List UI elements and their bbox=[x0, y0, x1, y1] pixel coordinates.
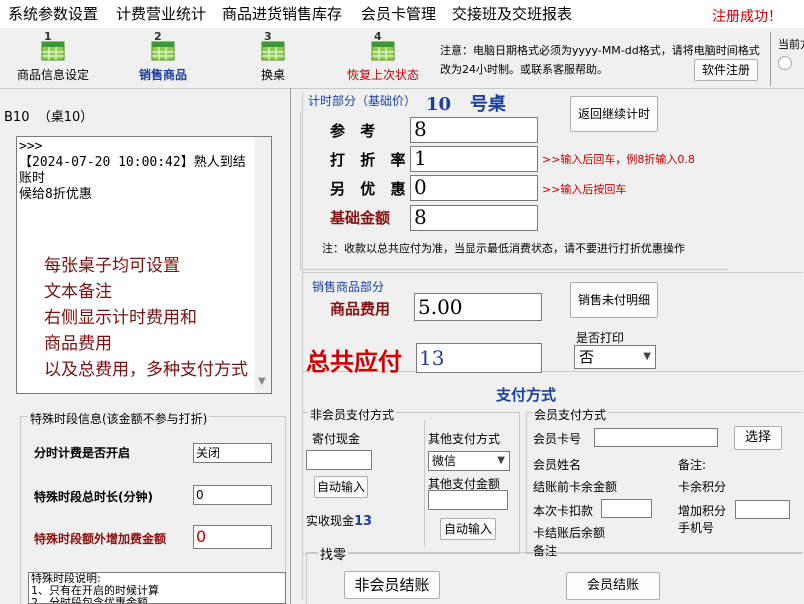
chevron-down-icon: ▼ bbox=[643, 351, 651, 362]
extra-discount-field[interactable]: 0 bbox=[410, 175, 538, 201]
right-frame-top bbox=[302, 88, 802, 89]
tool-number: 3 bbox=[264, 30, 272, 43]
other-amount-field[interactable] bbox=[428, 490, 508, 510]
special-extra-label: 特殊时段额外增加费金额 bbox=[34, 532, 167, 546]
registration-status: 注册成功！ bbox=[712, 9, 782, 25]
card-no-field[interactable] bbox=[594, 428, 718, 447]
tool-label: 恢复上次状态 bbox=[346, 68, 419, 82]
discount-field[interactable]: 1 bbox=[410, 146, 538, 172]
balance-after-label: 卡结账后余额 bbox=[533, 526, 606, 540]
balance-before-label: 结账前卡余金额 bbox=[533, 480, 618, 494]
discount-label: 打 折 率 bbox=[330, 151, 411, 169]
change-label: 找零 bbox=[318, 544, 349, 563]
divider bbox=[770, 32, 771, 86]
tool-label: 换桌 bbox=[260, 68, 285, 82]
other-pay-select[interactable]: 微信 ▼ bbox=[428, 451, 510, 471]
cash-field[interactable] bbox=[306, 450, 372, 470]
member-name-label: 会员姓名 bbox=[533, 458, 582, 472]
goods-section-label: 销售商品部分 bbox=[312, 280, 385, 294]
tool-number: 2 bbox=[154, 30, 162, 43]
goods-fee-label: 商品费用 bbox=[330, 300, 391, 318]
other-pay-value: 微信 bbox=[432, 454, 457, 468]
payment-title: 支付方式 bbox=[496, 386, 557, 404]
timing-section-label: 计时部分（基础价） bbox=[308, 94, 417, 108]
tool-sell-goods[interactable]: 2 销售商品 bbox=[118, 30, 208, 83]
tool-number: 4 bbox=[374, 30, 382, 43]
member-title: 会员支付方式 bbox=[532, 406, 609, 423]
deduct-label: 本次卡扣款 bbox=[533, 504, 594, 518]
nonmember-checkout-button[interactable]: 非会员结账 bbox=[344, 571, 440, 599]
member-checkout-button[interactable]: 会员结账 bbox=[566, 572, 660, 600]
menu-shift-handover[interactable]: 交接班及交班报表 bbox=[452, 3, 572, 24]
special-duration-label: 特殊时段总时长(分钟) bbox=[34, 490, 153, 504]
cash-label: 寄付现金 bbox=[312, 432, 361, 446]
tool-product-settings[interactable]: 1 商品信息设定 bbox=[8, 30, 98, 83]
ref-field[interactable]: 8 bbox=[410, 117, 538, 143]
actual-cash-label: 实收现金13 bbox=[306, 512, 372, 529]
phone-label: 手机号 bbox=[678, 521, 715, 535]
menu-bar: 系统参数设置 计费营业统计 商品进货销售库存 会员卡管理 交接班及交班报表 注册… bbox=[0, 0, 804, 28]
add-points-field[interactable] bbox=[735, 500, 790, 519]
special-duration-field[interactable]: 0 bbox=[193, 485, 272, 505]
goods-fee-field[interactable]: 5.00 bbox=[414, 293, 542, 321]
discount-hint: >>输入后回车，例8折输入0.8 bbox=[542, 153, 695, 166]
tool-restore-state[interactable]: 4 恢复上次状态 bbox=[338, 30, 428, 83]
auto-input-cash-button[interactable]: 自动输入 bbox=[314, 476, 368, 498]
chevron-down-icon: ▼ bbox=[497, 455, 505, 466]
extra-discount-label: 另 优 惠 bbox=[330, 180, 411, 198]
base-amount-field[interactable]: 8 bbox=[410, 205, 538, 231]
member-remark-label: 备注: bbox=[678, 458, 707, 472]
register-button[interactable]: 软件注册 bbox=[694, 59, 758, 81]
side-label: 当前方 bbox=[778, 38, 804, 51]
special-note-box[interactable]: 特殊时段说明: 1、只有在开启的时候计算 2、分时段包含优惠金额 bbox=[28, 572, 286, 604]
ref-label: 参 考 bbox=[330, 122, 381, 140]
tool-change-table[interactable]: 3 换桌 bbox=[228, 30, 318, 83]
tool-number: 1 bbox=[44, 30, 52, 43]
card-points-label: 卡余积分 bbox=[678, 480, 727, 494]
print-select-value: 否 bbox=[579, 348, 595, 366]
feature-overlay: 每张桌子均可设置 文本备注 右侧显示计时费用和 商品费用 以及总费用，多种支付方… bbox=[44, 256, 248, 380]
actual-cash-value: 13 bbox=[354, 514, 373, 529]
special-extra-field[interactable]: 0 bbox=[193, 525, 272, 549]
extra-discount-hint: >>输入后按回车 bbox=[542, 183, 627, 196]
calendar-icon: 3 bbox=[259, 30, 287, 62]
base-amount-label: 基础金额 bbox=[330, 209, 391, 227]
table-title: B10 （桌10） bbox=[4, 110, 94, 125]
calendar-icon: 1 bbox=[39, 30, 67, 62]
tool-label: 商品信息设定 bbox=[16, 68, 89, 82]
actual-cash-text: 实收现金 bbox=[306, 514, 355, 528]
card-no-label: 会员卡号 bbox=[533, 432, 582, 446]
nonmember-divider bbox=[424, 420, 425, 546]
side-radio[interactable] bbox=[778, 56, 792, 70]
calendar-icon: 2 bbox=[149, 30, 177, 62]
calendar-icon: 4 bbox=[369, 30, 397, 62]
total-field[interactable]: 13 bbox=[416, 343, 542, 373]
special-enable-field[interactable]: 关闭 bbox=[193, 443, 272, 463]
menu-system-settings[interactable]: 系统参数设置 bbox=[8, 3, 98, 24]
print-select[interactable]: 否 ▼ bbox=[574, 345, 656, 369]
auto-input-other-button[interactable]: 自动输入 bbox=[440, 518, 496, 540]
deduct-field[interactable] bbox=[601, 499, 652, 518]
print-label: 是否打印 bbox=[576, 331, 625, 345]
other-pay-label: 其他支付方式 bbox=[428, 432, 501, 446]
add-points-label: 增加积分 bbox=[678, 504, 727, 518]
total-label: 总共应付 bbox=[306, 347, 402, 376]
menu-member-card[interactable]: 会员卡管理 bbox=[361, 3, 436, 24]
nonmember-title: 非会员支付方式 bbox=[308, 406, 397, 423]
menu-billing-stats[interactable]: 计费营业统计 bbox=[116, 3, 206, 24]
unpaid-detail-button[interactable]: 销售未付明细 bbox=[570, 282, 658, 318]
select-member-button[interactable]: 选择 bbox=[734, 426, 782, 450]
tool-label: 销售商品 bbox=[138, 68, 187, 82]
special-enable-label: 分时计费是否开启 bbox=[34, 446, 131, 460]
special-period-title: 特殊时段信息(该金额不参与打折) bbox=[28, 410, 210, 427]
menu-inventory[interactable]: 商品进货销售库存 bbox=[222, 3, 342, 24]
note-log: >>> 【2024-07-20 10:00:42】熟人到结账时 候给8折优惠 bbox=[19, 139, 246, 202]
discount-notice: 注：收款以总共应付为准，当显示最低消费状态，请不要进行打折优惠操作 bbox=[322, 242, 685, 255]
